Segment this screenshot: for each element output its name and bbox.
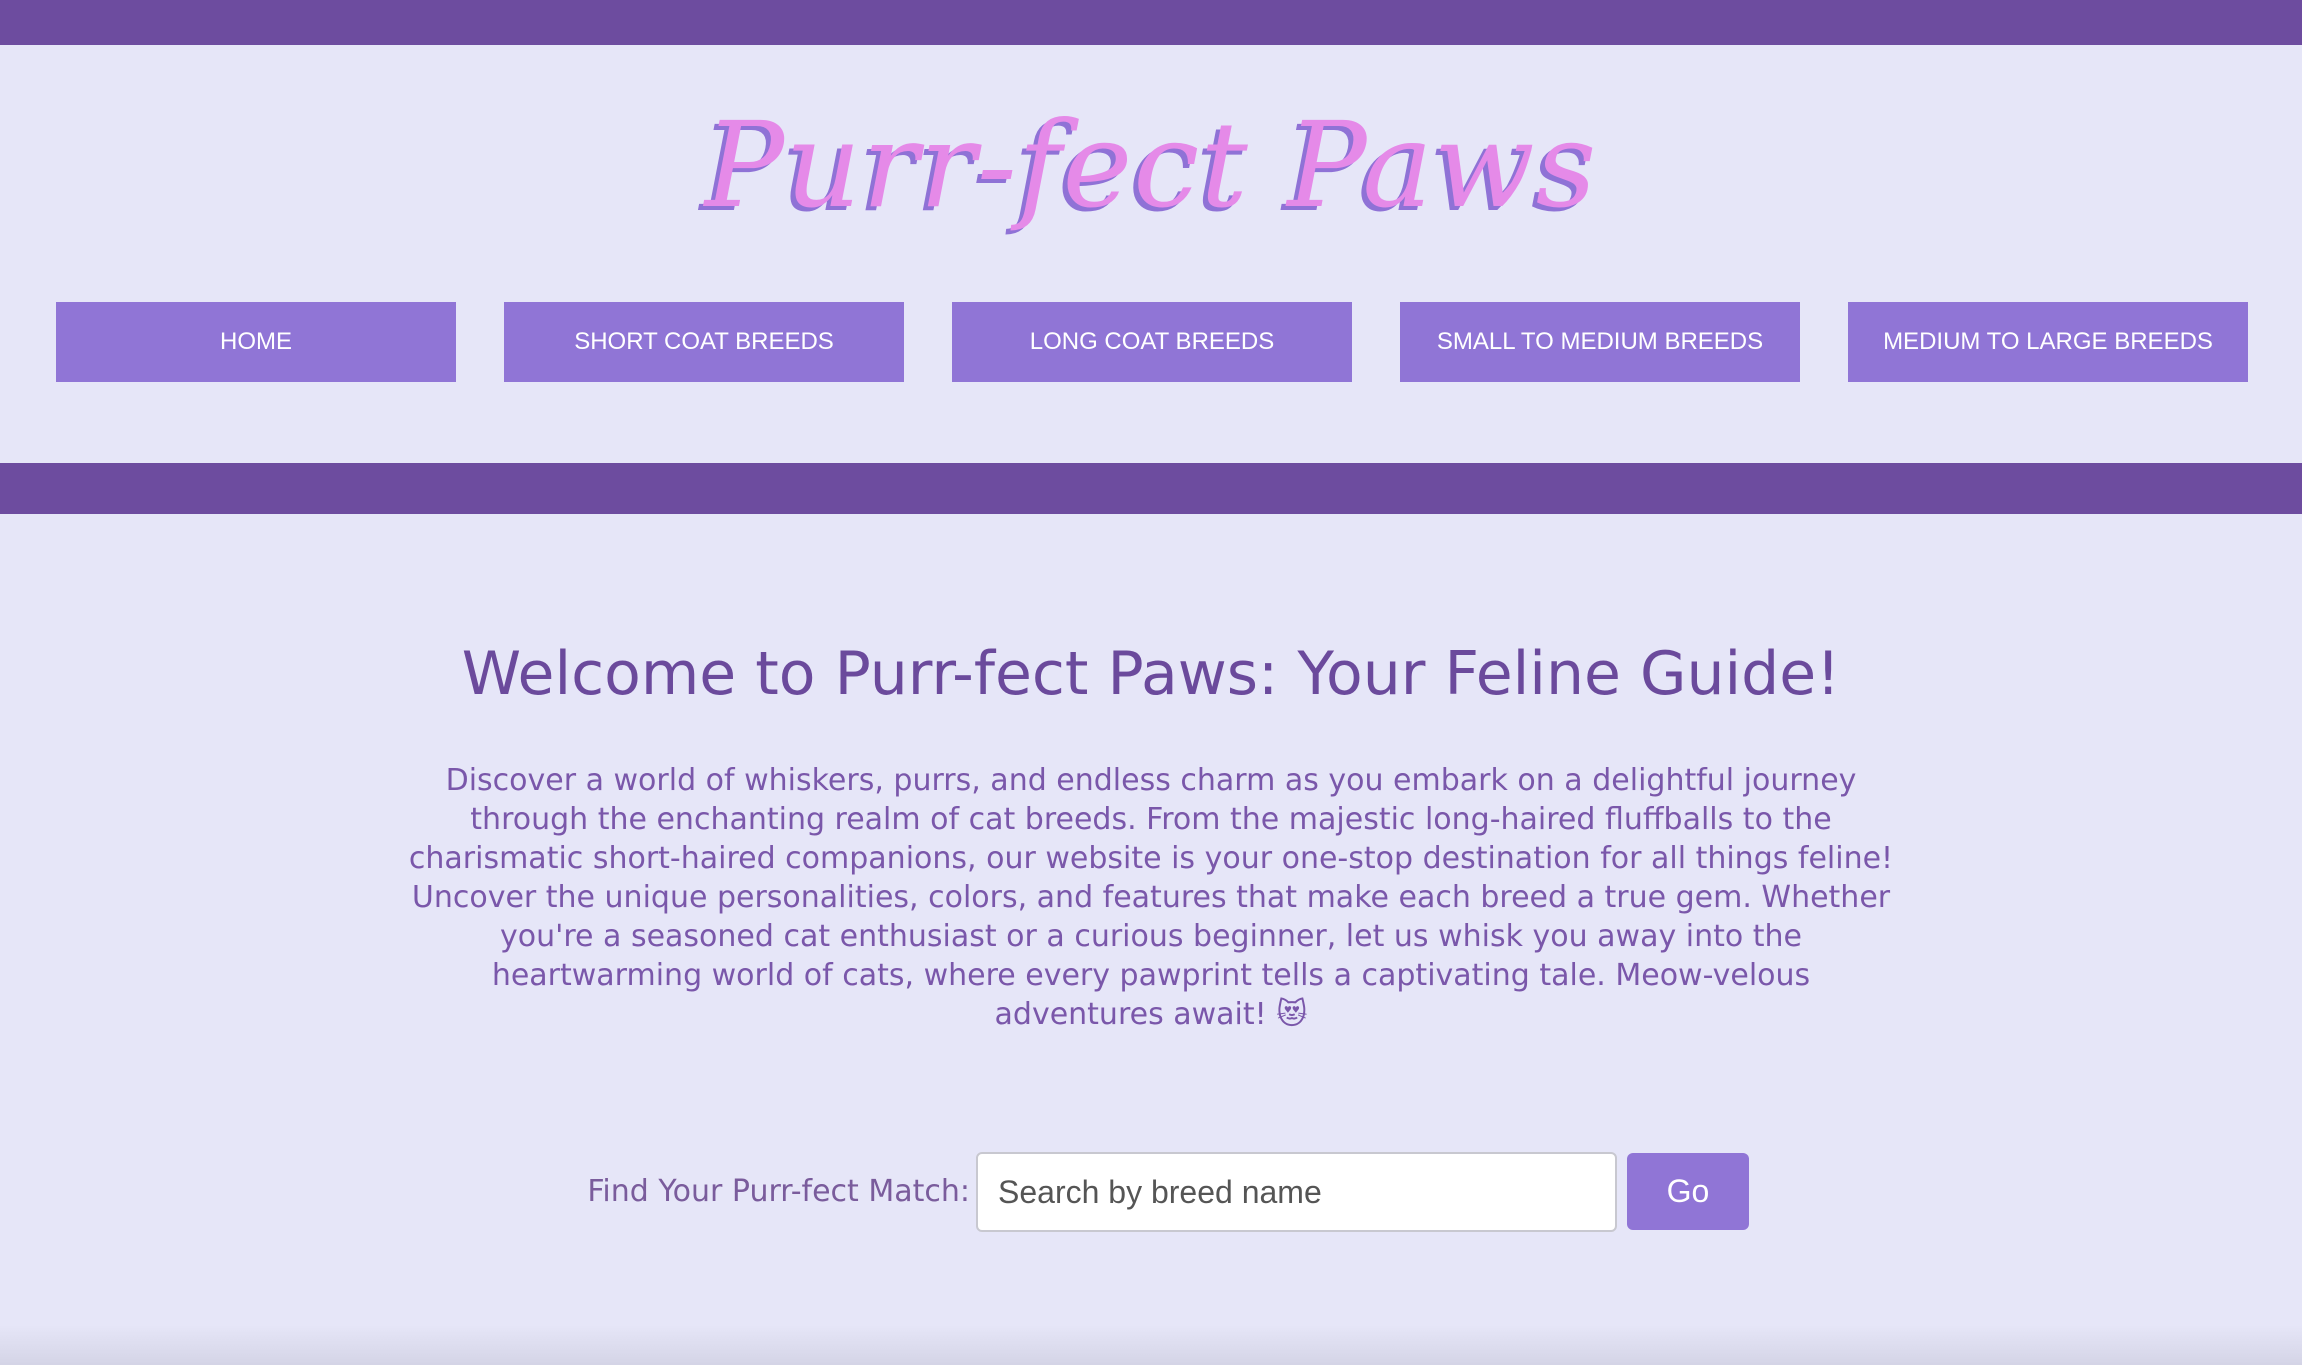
breed-search-form: Find Your Purr-fect Match: Go bbox=[0, 1152, 2302, 1232]
nav-small-to-medium-breeds[interactable]: SMALL TO MEDIUM BREEDS bbox=[1400, 302, 1800, 382]
main-nav: HOME SHORT COAT BREEDS LONG COAT BREEDS … bbox=[56, 302, 2248, 382]
top-bar bbox=[0, 0, 2302, 45]
search-label: Find Your Purr-fect Match: bbox=[587, 1174, 970, 1209]
bottom-edge-shadow bbox=[0, 1325, 2302, 1365]
site-logo[interactable]: Purr-fect Paws bbox=[0, 85, 2302, 245]
nav-long-coat-breeds[interactable]: LONG COAT BREEDS bbox=[952, 302, 1352, 382]
intro-paragraph: Discover a world of whiskers, purrs, and… bbox=[408, 763, 1894, 1032]
breed-search-input[interactable] bbox=[976, 1152, 1617, 1232]
site-header: Purr-fect Paws HOME SHORT COAT BREEDS LO… bbox=[0, 45, 2302, 463]
nav-short-coat-breeds[interactable]: SHORT COAT BREEDS bbox=[504, 302, 904, 382]
nav-medium-to-large-breeds[interactable]: MEDIUM TO LARGE BREEDS bbox=[1848, 302, 2248, 382]
welcome-heading: Welcome to Purr-fect Paws: Your Feline G… bbox=[461, 639, 1841, 709]
nav-home[interactable]: HOME bbox=[56, 302, 456, 382]
header-divider-bar bbox=[0, 463, 2302, 514]
main-content: Welcome to Purr-fect Paws: Your Feline G… bbox=[0, 514, 2302, 1365]
go-button[interactable]: Go bbox=[1627, 1153, 1749, 1230]
